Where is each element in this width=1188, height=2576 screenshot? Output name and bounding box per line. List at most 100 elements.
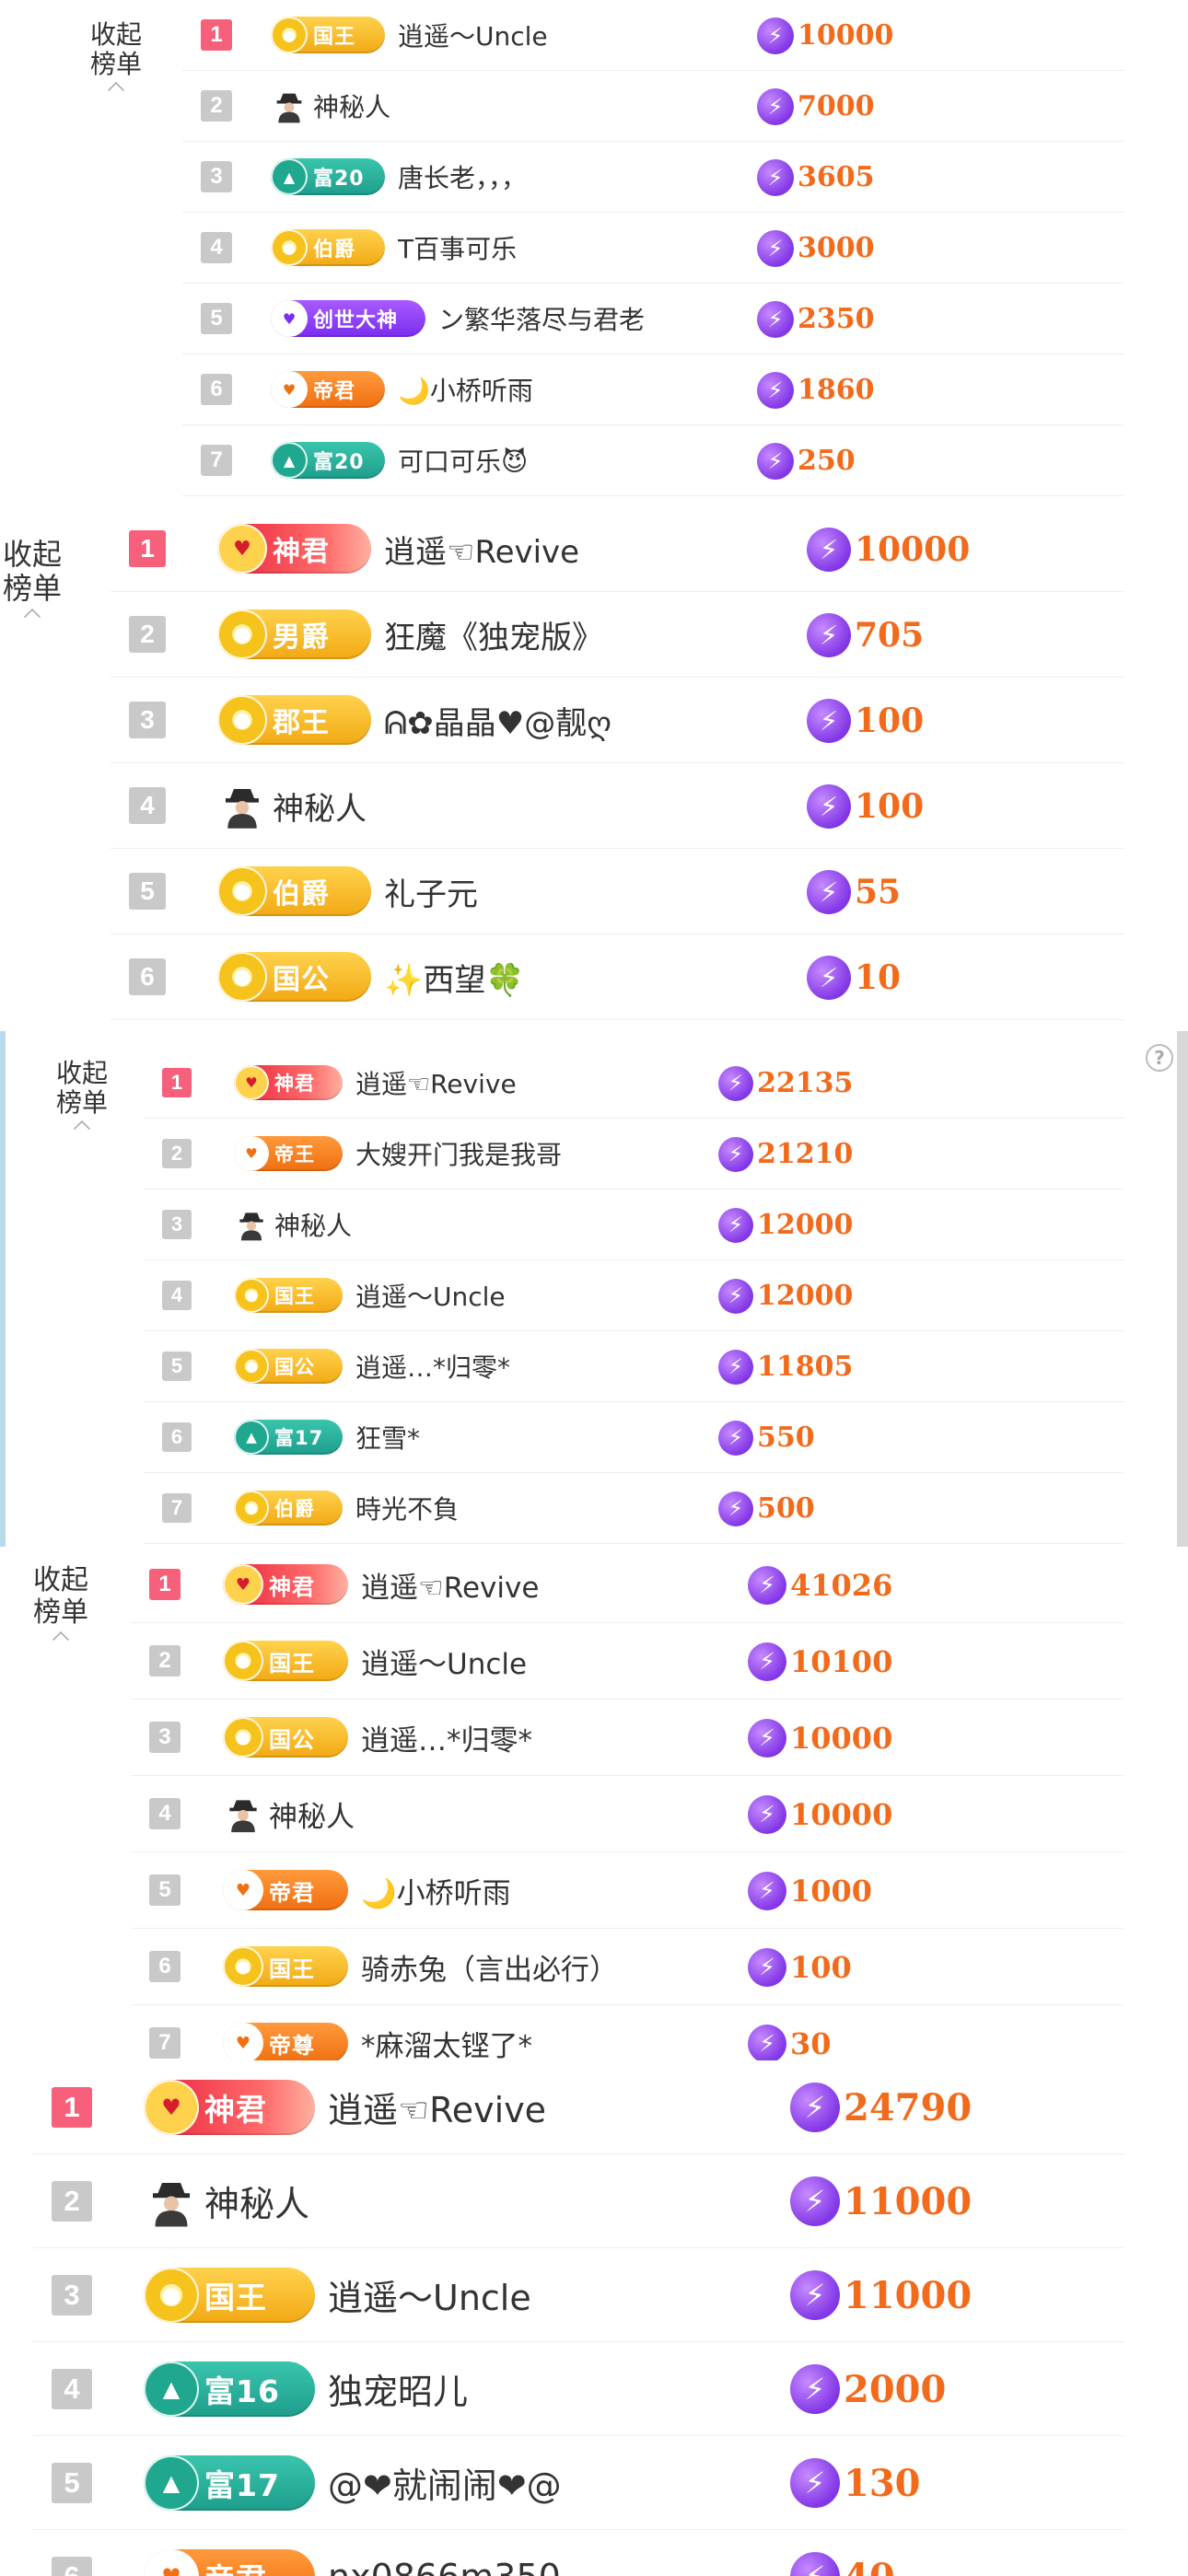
leaderboard-row[interactable]: 5 ● 伯爵 礼子元 ⚡ 55 [111,849,1124,934]
leaderboard-row[interactable]: 3 ● 郡王 ᕱ✿晶晶♥@靓ღ ⚡ 100 [111,678,1124,763]
badge-emblem-icon: ● [217,866,267,916]
noble-rank-badge: ● 国王 [234,1278,343,1313]
collapse-leaderboard-button[interactable]: 收起 榜单 [0,538,64,625]
leaderboard-row[interactable]: 6 ♥帝君 nx0866m350 ⚡40 [33,2530,1124,2576]
rank-number: 3 [129,702,166,738]
leaderboard-row[interactable]: 2 神秘人 ⚡ 11000 [33,2154,1124,2248]
leaderboard-row[interactable]: 2 ♥ 帝王 大嫂开门我是我哥 ⚡ 21210 [144,1119,1124,1189]
leaderboard-row[interactable]: 4 ▲ 富16 独宠昭儿 ⚡ 2000 [33,2342,1124,2436]
panel-scrollbar[interactable] [1177,1031,1188,1547]
badge-label: 神君 [273,536,330,568]
badge-label: 神君 [269,1573,315,1600]
user-nickname: 神秘人 [313,92,391,122]
contribution-value: ⚡ 12000 [718,1260,853,1331]
noble-rank-badge: ● 伯爵 [234,1491,343,1526]
contribution-value: ⚡ 24790 [790,2060,972,2154]
collapse-label: 收起 榜单 [33,1564,88,1629]
leaderboard-row[interactable]: 1 ● 国王 逍遥～Uncle ⚡ 10000 [182,0,1124,71]
user-nickname: 逍遥☜Revive [355,1069,517,1099]
question-circle-icon[interactable]: ? [1146,1044,1173,1072]
rank-number: 2 [52,2180,92,2222]
leaderboard-row[interactable]: 2 ● 国王 逍遥～Uncle ⚡ 10100 [131,1623,1124,1700]
rank-number: 2 [149,1645,181,1677]
rank-number: 3 [149,1722,181,1753]
leaderboard-row[interactable]: 3 神秘人 ⚡ 12000 [144,1189,1124,1260]
noble-rank-badge: ● 国王 [144,2267,315,2323]
leaderboard-row[interactable]: 5 ♥ 帝君 🌙小桥听雨 ⚡ 1000 [131,1852,1124,1929]
leaderboard-row[interactable]: 4 神秘人 ⚡ 10000 [131,1776,1124,1852]
rank-number: 4 [201,232,232,263]
leaderboard-row[interactable]: 4 神秘人 ⚡ 100 [111,763,1124,849]
contribution-value: ⚡ 11805 [718,1331,853,1402]
user-nickname: 大嫂开门我是我哥 [355,1140,563,1170]
badge-emblem-icon: ● [144,2267,199,2323]
lightning-bolt-icon: ⚡ [757,300,794,338]
leaderboard-row[interactable]: 1 ♥ 神君 逍遥☜Revive ⚡ 22135 [144,1048,1124,1119]
rank-number: 6 [149,1951,181,1982]
noble-rank-badge: ● 伯爵 [217,866,371,916]
leaderboard-screenshot-stack: 收起 榜单 1 ● 国王 逍遥～Uncle ⚡ 10000 2 神秘人 ⚡ 7000 3 ▲ 富20 唐长老… [0,0,1188,2576]
lightning-bolt-icon: ⚡ [790,2458,840,2508]
chevron-up-icon [23,608,41,625]
contribution-value: ⚡ 550 [718,1402,815,1473]
badge-label: 郡王 [273,707,330,739]
badge-label: 富17 [274,1427,324,1449]
noble-rank-badge: ● 国王 [223,1946,348,1987]
badge-emblem-icon: ♥ [217,524,267,574]
leaderboard-row[interactable]: 6 ♥ 帝君 🌙小桥听雨 ⚡ 1860 [182,354,1124,425]
user-nickname: 骑赤兔（言出必行） [361,1953,618,1987]
lightning-bolt-icon: ⚡ [748,1642,786,1681]
lightning-bolt-icon: ⚡ [757,17,794,54]
leaderboard-row[interactable]: 2 神秘人 ⚡ 7000 [182,71,1124,142]
user-nickname: T百事可乐 [398,234,518,264]
leaderboard-row[interactable]: 4 ● 伯爵 T百事可乐 ⚡ 3000 [182,213,1124,284]
leaderboard-row[interactable]: 4 ● 国王 逍遥～Uncle ⚡ 12000 [144,1260,1124,1331]
collapse-leaderboard-button[interactable]: 收起 榜单 [50,1058,114,1138]
contribution-number: 1860 [798,374,875,406]
mystery-user-icon [271,87,308,124]
collapse-leaderboard-button[interactable]: 收起 榜单 [83,19,149,99]
leaderboard-row[interactable]: 6 ▲ 富17 狂雪* ⚡ 550 [144,1402,1124,1473]
leaderboard-row[interactable]: 6 ● 国公 ✨西望🍀 ⚡ 10 [111,934,1124,1020]
contribution-number: 2000 [844,2367,947,2411]
badge-label: 国王 [204,2279,267,2315]
contribution-number: 10000 [855,529,971,569]
user-nickname: 🌙小桥听雨 [361,1876,511,1910]
noble-rank-badge: ♥ 神君 [234,1065,343,1100]
leaderboard-row[interactable]: 5 ♥ 创世大神 ン繁华落尽与君老 ⚡ 2350 [182,284,1124,354]
leaderboard-row[interactable]: 7 ● 伯爵 時光不負 ⚡ 500 [144,1473,1124,1544]
rank-number: 2 [162,1139,192,1168]
leaderboard-row[interactable]: 3 ● 国王 逍遥～Uncle ⚡ 11000 [33,2248,1124,2342]
badge-emblem-icon: ▲ [271,442,308,479]
leaderboard-row[interactable]: 2 ● 男爵 狂魔《独宠版》 ⚡ 705 [111,592,1124,678]
noble-rank-badge: ♥ 神君 [223,1564,348,1605]
contribution-value: ⚡ 21210 [718,1119,853,1189]
leaderboard-row[interactable]: 1 ♥ 神君 逍遥☜Revive ⚡ 10000 [111,506,1124,592]
noble-rank-badge: ▲ 富16 [144,2361,315,2417]
rank-number: 4 [162,1281,192,1310]
leaderboard-row[interactable]: 3 ▲ 富20 唐长老，，， ⚡ 3605 [182,142,1124,213]
noble-rank-badge: ♥帝君 [144,2548,315,2576]
leaderboard-row[interactable]: 5 ▲ 富17 @❤就闹闹❤@ ⚡ 130 [33,2436,1124,2530]
badge-emblem-icon: ♥ [234,1136,269,1171]
badge-label: 帝君 [199,2555,276,2576]
leaderboard-row[interactable]: 7 ▲ 富20 可口可乐😈 ⚡ 250 [182,425,1124,496]
badge-label: 神君 [274,1073,315,1095]
leaderboard-row[interactable]: 7 ♥ 帝尊 *麻溜太铿了* ⚡ 30 [131,2005,1124,2060]
contribution-number: 10100 [790,1643,893,1679]
collapse-leaderboard-button[interactable]: 收起 榜单 [26,1564,96,1649]
lightning-bolt-icon: ⚡ [718,1349,753,1385]
leaderboard-row[interactable]: 5 ● 国公 逍遥…*归零* ⚡ 11805 [144,1331,1124,1402]
leaderboard-row[interactable]: 3 ● 国公 逍遥…*归零* ⚡ 10000 [131,1700,1124,1776]
noble-rank-badge: ♥ 创世大神 [271,300,425,337]
contribution-value: ⚡ 500 [718,1473,815,1544]
leaderboard-row[interactable]: 1 ♥ 神君 逍遥☜Revive ⚡ 24790 [33,2060,1124,2154]
badge-label: 神君 [204,2091,267,2128]
leaderboard-row[interactable]: 1 ♥ 神君 逍遥☜Revive ⚡ 41026 [131,1547,1124,1623]
panel-left-accent [0,1031,6,1547]
rank-number: 5 [201,303,232,334]
badge-emblem-icon: ♥ [223,1564,263,1605]
rank-number: 7 [201,445,232,476]
rank-number: 3 [162,1210,192,1239]
leaderboard-row[interactable]: 6 ● 国王 骑赤兔（言出必行） ⚡ 100 [131,1929,1124,2005]
